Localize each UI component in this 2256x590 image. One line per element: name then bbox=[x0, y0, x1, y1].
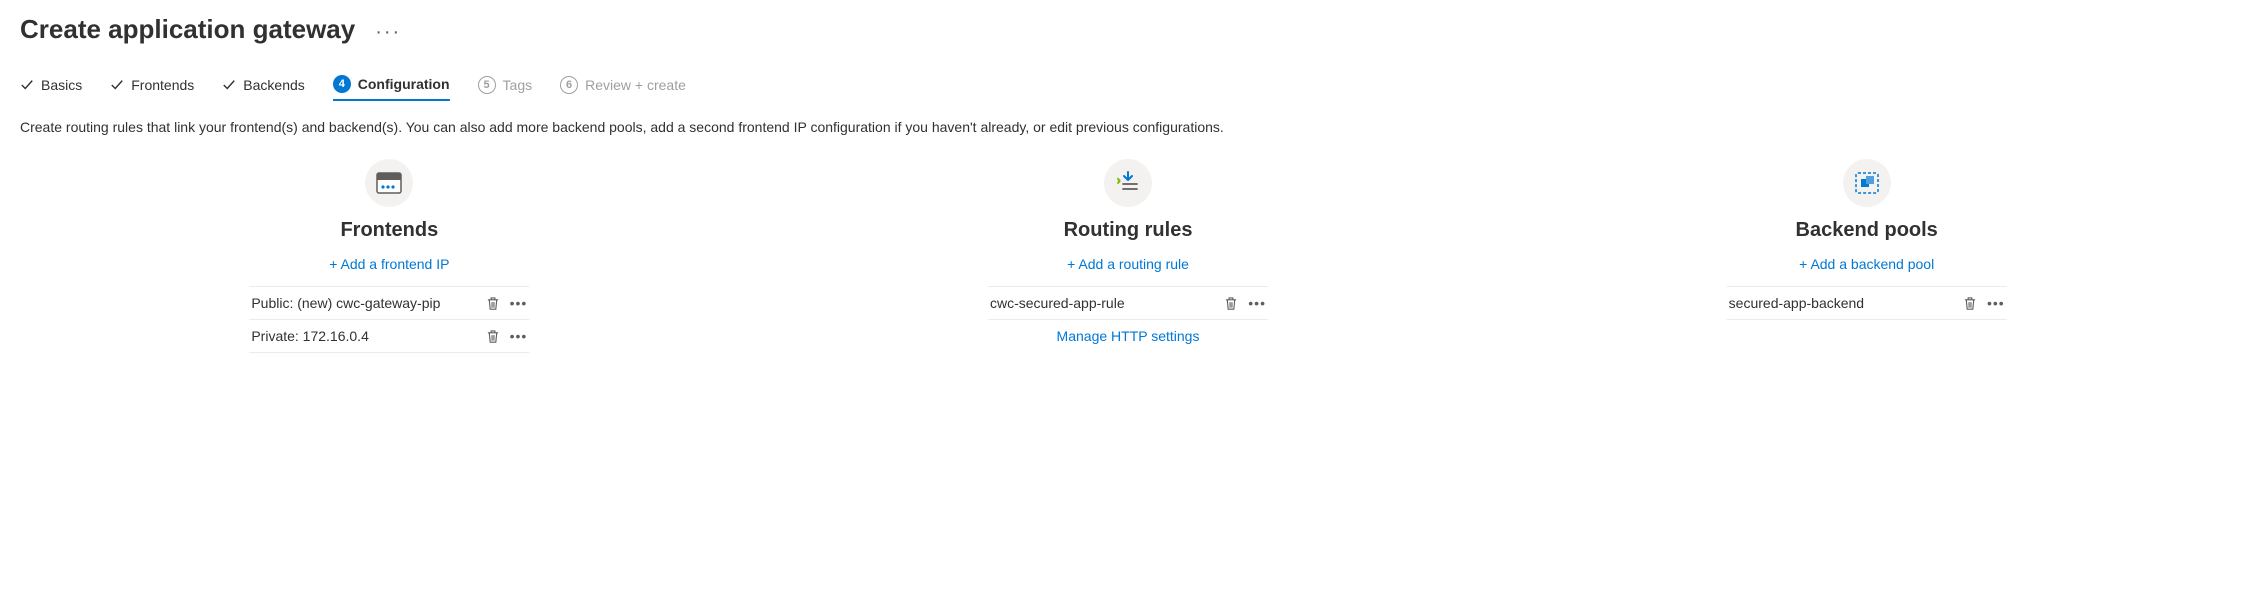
wizard-tabs: Basics Frontends Backends 4 Configuratio… bbox=[20, 75, 2236, 101]
frontends-icon bbox=[365, 159, 413, 207]
backends-icon bbox=[1843, 159, 1891, 207]
delete-icon[interactable] bbox=[486, 296, 500, 311]
more-icon[interactable]: ••• bbox=[510, 296, 528, 310]
backends-title: Backend pools bbox=[1796, 219, 1938, 242]
item-label: Private: 172.16.0.4 bbox=[251, 328, 369, 344]
routing-item[interactable]: cwc-secured-app-rule ••• bbox=[988, 286, 1268, 320]
backends-column: Backend pools Add a backend pool secured… bbox=[1497, 159, 2236, 353]
routing-list: cwc-secured-app-rule ••• bbox=[988, 286, 1268, 320]
delete-icon[interactable] bbox=[486, 329, 500, 344]
tab-backends[interactable]: Backends bbox=[222, 77, 304, 99]
routing-icon bbox=[1104, 159, 1152, 207]
more-icon[interactable]: ••• bbox=[1248, 296, 1266, 310]
delete-icon[interactable] bbox=[1224, 296, 1238, 311]
tab-label: Review + create bbox=[585, 77, 686, 93]
frontends-list: Public: (new) cwc-gateway-pip ••• Privat… bbox=[249, 286, 529, 353]
routing-column: Routing rules Add a routing rule cwc-sec… bbox=[759, 159, 1498, 353]
check-icon bbox=[110, 78, 124, 92]
frontend-item[interactable]: Public: (new) cwc-gateway-pip ••• bbox=[249, 286, 529, 320]
frontend-item[interactable]: Private: 172.16.0.4 ••• bbox=[249, 320, 529, 353]
tab-label: Backends bbox=[243, 77, 304, 93]
check-icon bbox=[222, 78, 236, 92]
tab-description: Create routing rules that link your fron… bbox=[20, 119, 2236, 135]
add-routing-link[interactable]: Add a routing rule bbox=[1067, 256, 1189, 272]
tab-review[interactable]: 6 Review + create bbox=[560, 76, 686, 100]
frontends-column: Frontends Add a frontend IP Public: (new… bbox=[20, 159, 759, 353]
item-label: cwc-secured-app-rule bbox=[990, 295, 1125, 311]
tab-basics[interactable]: Basics bbox=[20, 77, 82, 99]
tab-tags[interactable]: 5 Tags bbox=[478, 76, 533, 100]
more-icon[interactable]: ··· bbox=[375, 21, 401, 44]
tab-label: Frontends bbox=[131, 77, 194, 93]
tab-label: Basics bbox=[41, 77, 82, 93]
backends-list: secured-app-backend ••• bbox=[1727, 286, 2007, 320]
step-number-icon: 6 bbox=[560, 76, 578, 94]
tab-label: Tags bbox=[503, 77, 533, 93]
backend-item[interactable]: secured-app-backend ••• bbox=[1727, 286, 2007, 320]
page-title: Create application gateway bbox=[20, 14, 355, 45]
item-label: secured-app-backend bbox=[1729, 295, 1864, 311]
tab-configuration[interactable]: 4 Configuration bbox=[333, 75, 450, 101]
tab-frontends[interactable]: Frontends bbox=[110, 77, 194, 99]
delete-icon[interactable] bbox=[1963, 296, 1977, 311]
add-backend-link[interactable]: Add a backend pool bbox=[1799, 256, 1934, 272]
frontends-title: Frontends bbox=[340, 219, 438, 242]
tab-label: Configuration bbox=[358, 76, 450, 92]
more-icon[interactable]: ••• bbox=[1987, 296, 2005, 310]
check-icon bbox=[20, 78, 34, 92]
more-icon[interactable]: ••• bbox=[510, 329, 528, 343]
add-frontend-link[interactable]: Add a frontend IP bbox=[329, 256, 449, 272]
step-number-icon: 5 bbox=[478, 76, 496, 94]
routing-title: Routing rules bbox=[1064, 219, 1193, 242]
step-number-icon: 4 bbox=[333, 75, 351, 93]
item-label: Public: (new) cwc-gateway-pip bbox=[251, 295, 440, 311]
manage-http-link[interactable]: Manage HTTP settings bbox=[1057, 328, 1200, 344]
